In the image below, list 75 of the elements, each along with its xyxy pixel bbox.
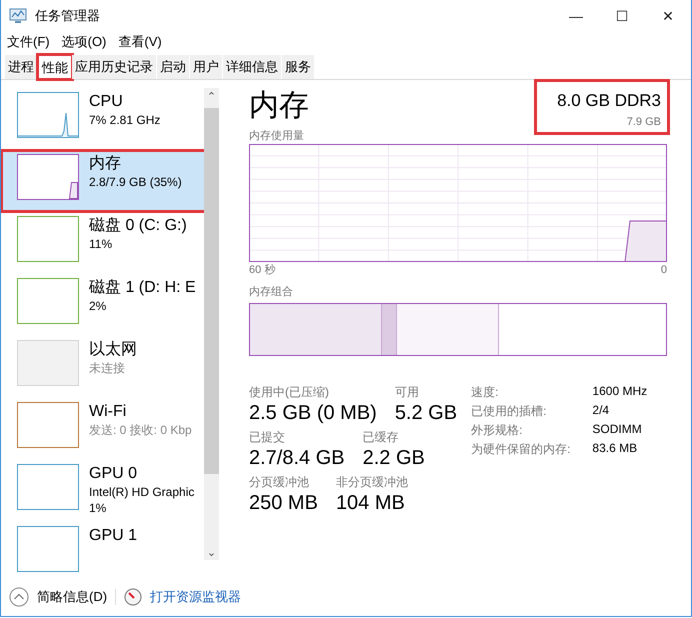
tab[interactable]: 性能 bbox=[38, 55, 72, 79]
sidebar-item[interactable]: 磁盘 0 (C: G:) 11% bbox=[1, 212, 204, 274]
tab[interactable]: 进程 bbox=[5, 55, 38, 79]
minimize-button[interactable]: — bbox=[553, 2, 599, 30]
sidebar-item[interactable]: Wi-Fi 发送: 0 接收: 0 Kbp bbox=[1, 398, 204, 460]
panel-title: 内存 bbox=[249, 88, 309, 124]
stat-label: 使用中(已压缩) bbox=[249, 384, 330, 401]
tab[interactable]: 详细信息 bbox=[223, 55, 282, 79]
tab[interactable]: 服务 bbox=[282, 55, 315, 79]
item-name: CPU bbox=[89, 92, 124, 112]
item-detail: 发送: 0 接收: 0 Kbp bbox=[89, 422, 192, 438]
item-name: 以太网 bbox=[89, 340, 137, 360]
item-detail: 7% 2.81 GHz bbox=[89, 112, 160, 128]
scrollbar-thumb[interactable] bbox=[204, 108, 219, 474]
stat-label: 可用 bbox=[394, 384, 420, 401]
graph-label: 内存使用量 bbox=[249, 129, 305, 144]
stat-label: 已缓存 bbox=[362, 429, 400, 446]
stat-value: 2.2 GB bbox=[362, 446, 425, 470]
item-name: 磁盘 1 (D: H: E bbox=[89, 278, 196, 298]
stat-value: 5.2 GB bbox=[394, 401, 458, 425]
max-value: 7.9 GB bbox=[626, 115, 661, 130]
tab[interactable]: 应用历史记录 bbox=[72, 55, 157, 79]
spec-label: 为硬件保留的内存: bbox=[471, 441, 570, 458]
item-detail: 1% bbox=[89, 500, 108, 516]
sidebar-item[interactable]: 内存 2.8/7.9 GB (35%) bbox=[1, 150, 204, 212]
tab[interactable]: 启动 bbox=[157, 55, 190, 79]
sidebar-item[interactable]: CPU 7% 2.81 GHz bbox=[1, 88, 204, 150]
sidebar-item[interactable]: GPU 0 Intel(R) HD Graphic 1% bbox=[1, 460, 204, 522]
stat-label: 分页缓冲池 bbox=[249, 474, 310, 491]
spec-label: 速度: bbox=[471, 384, 500, 401]
resource-monitor-link[interactable]: 打开资源监视器 bbox=[150, 588, 242, 606]
item-detail: 2.8/7.9 GB (35%) bbox=[89, 174, 182, 190]
tab[interactable]: 用户 bbox=[190, 55, 223, 79]
item-name: 内存 bbox=[89, 154, 122, 174]
window-title: 任务管理器 bbox=[35, 7, 101, 25]
item-detail: 2% bbox=[89, 298, 108, 314]
item-name: Wi-Fi bbox=[89, 402, 128, 422]
sparkline bbox=[18, 112, 78, 137]
item-name: GPU 0 bbox=[89, 464, 138, 484]
spec-value: SODIMM bbox=[592, 422, 643, 438]
summary-button[interactable]: 简略信息(D) bbox=[9, 587, 108, 607]
item-detail: 11% bbox=[89, 236, 114, 252]
monitor-icon bbox=[9, 8, 27, 24]
sparkline bbox=[69, 182, 78, 199]
maximize-button[interactable]: ☐ bbox=[599, 2, 645, 30]
stat-label: 非分页缓冲池 bbox=[336, 474, 408, 491]
stat-value: 2.5 GB (0 MB) bbox=[249, 401, 377, 425]
stat-label: 已提交 bbox=[249, 429, 286, 446]
stat-value: 250 MB bbox=[249, 491, 318, 515]
scroll-down-button[interactable]: ⌄ bbox=[206, 544, 216, 560]
composition-label: 内存组合 bbox=[249, 285, 294, 300]
close-button[interactable]: ✕ bbox=[645, 2, 691, 30]
stat-value: 104 MB bbox=[336, 491, 406, 515]
scroll-up-button[interactable]: ⌃ bbox=[206, 88, 216, 104]
item-name: 磁盘 0 (C: G:) bbox=[89, 216, 187, 236]
spec-value: 2/4 bbox=[592, 403, 610, 419]
time-label: 60 秒 bbox=[249, 263, 276, 278]
menu-item[interactable]: 选项(O) bbox=[62, 33, 106, 51]
spec-value: 1600 MHz bbox=[592, 384, 648, 400]
item-detail: 未连接 bbox=[89, 360, 126, 376]
menu-item[interactable]: 文件(F) bbox=[7, 33, 50, 51]
spec-label: 已使用的插槽: bbox=[471, 403, 548, 420]
sidebar-item[interactable]: 磁盘 1 (D: H: E 2% bbox=[1, 274, 204, 336]
menu-item[interactable]: 查看(V) bbox=[118, 33, 162, 51]
spec-value: 83.6 MB bbox=[592, 441, 638, 457]
sidebar-item[interactable]: 以太网 未连接 bbox=[1, 336, 204, 398]
item-detail: Intel(R) HD Graphic bbox=[89, 484, 194, 500]
memory-type: 8.0 GB DDR3 bbox=[557, 90, 661, 112]
sidebar-item[interactable]: GPU 1 bbox=[1, 522, 204, 578]
stat-value: 2.7/8.4 GB bbox=[249, 446, 345, 470]
gauge-icon bbox=[124, 588, 142, 606]
chevron-up-icon bbox=[9, 587, 29, 607]
spec-label: 外形规格: bbox=[471, 422, 524, 439]
item-name: GPU 1 bbox=[89, 526, 138, 546]
time-label: 0 bbox=[660, 263, 667, 278]
